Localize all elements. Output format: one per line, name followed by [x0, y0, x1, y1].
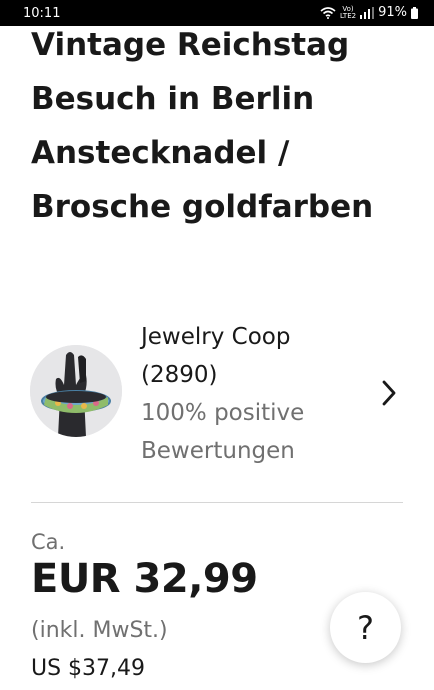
seller-avatar-image	[30, 345, 122, 437]
price-converted: US $37,49	[31, 656, 146, 681]
seller-positive-feedback: 100% positive	[141, 400, 305, 426]
listing-title: Vintage Reichstag Besuch in Berlin Anste…	[31, 27, 374, 225]
help-icon: ?	[357, 608, 374, 647]
price-amount: EUR 32,99	[31, 556, 258, 602]
seller-feedback-count: (2890)	[141, 362, 218, 388]
seller-reviews-label: Bewertungen	[141, 438, 295, 464]
seller-avatar	[30, 345, 122, 437]
help-button[interactable]: ?	[330, 592, 401, 663]
seller-card[interactable]: Jewelry Coop (2890) 100% positive Bewert…	[30, 322, 410, 472]
wifi-icon	[320, 6, 336, 19]
price-prefix: Ca.	[31, 530, 66, 554]
price-vat-note: (inkl. MwSt.)	[31, 618, 168, 643]
seller-name: Jewelry Coop	[141, 324, 291, 350]
battery-icon	[411, 6, 418, 19]
section-divider	[31, 502, 403, 503]
signal-icon	[360, 6, 375, 19]
chevron-right-icon[interactable]	[379, 378, 399, 408]
